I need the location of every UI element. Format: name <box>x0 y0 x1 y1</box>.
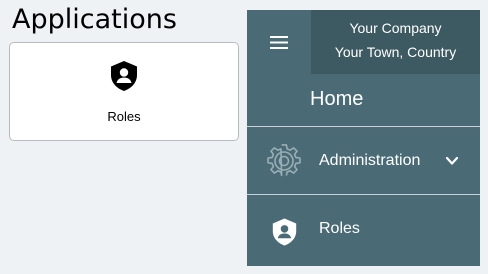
menu-toggle-button[interactable] <box>247 10 311 74</box>
shield-user-icon <box>272 218 297 246</box>
company-location: Your Town, Country <box>334 44 457 60</box>
home-link[interactable]: Home <box>310 86 363 112</box>
app-card-label: Roles <box>107 109 141 124</box>
nav-item-administration-label: Administration <box>319 152 421 169</box>
hamburger-icon <box>270 36 288 49</box>
nav-item-roles[interactable]: Roles <box>247 195 480 266</box>
company-name: Your Company <box>349 20 442 36</box>
nav-item-administration[interactable]: Administration <box>247 127 480 194</box>
navigation-panel: Your Company Your Town, Country Home Adm… <box>247 10 480 266</box>
nav-item-roles-label: Roles <box>319 220 360 237</box>
chevron-down-icon[interactable] <box>445 154 459 168</box>
shield-user-icon <box>111 61 137 91</box>
applications-title: Applications <box>12 4 177 35</box>
company-info: Your Company Your Town, Country <box>311 10 480 74</box>
app-card-roles[interactable]: Roles <box>9 42 239 141</box>
gear-icon <box>267 144 301 177</box>
